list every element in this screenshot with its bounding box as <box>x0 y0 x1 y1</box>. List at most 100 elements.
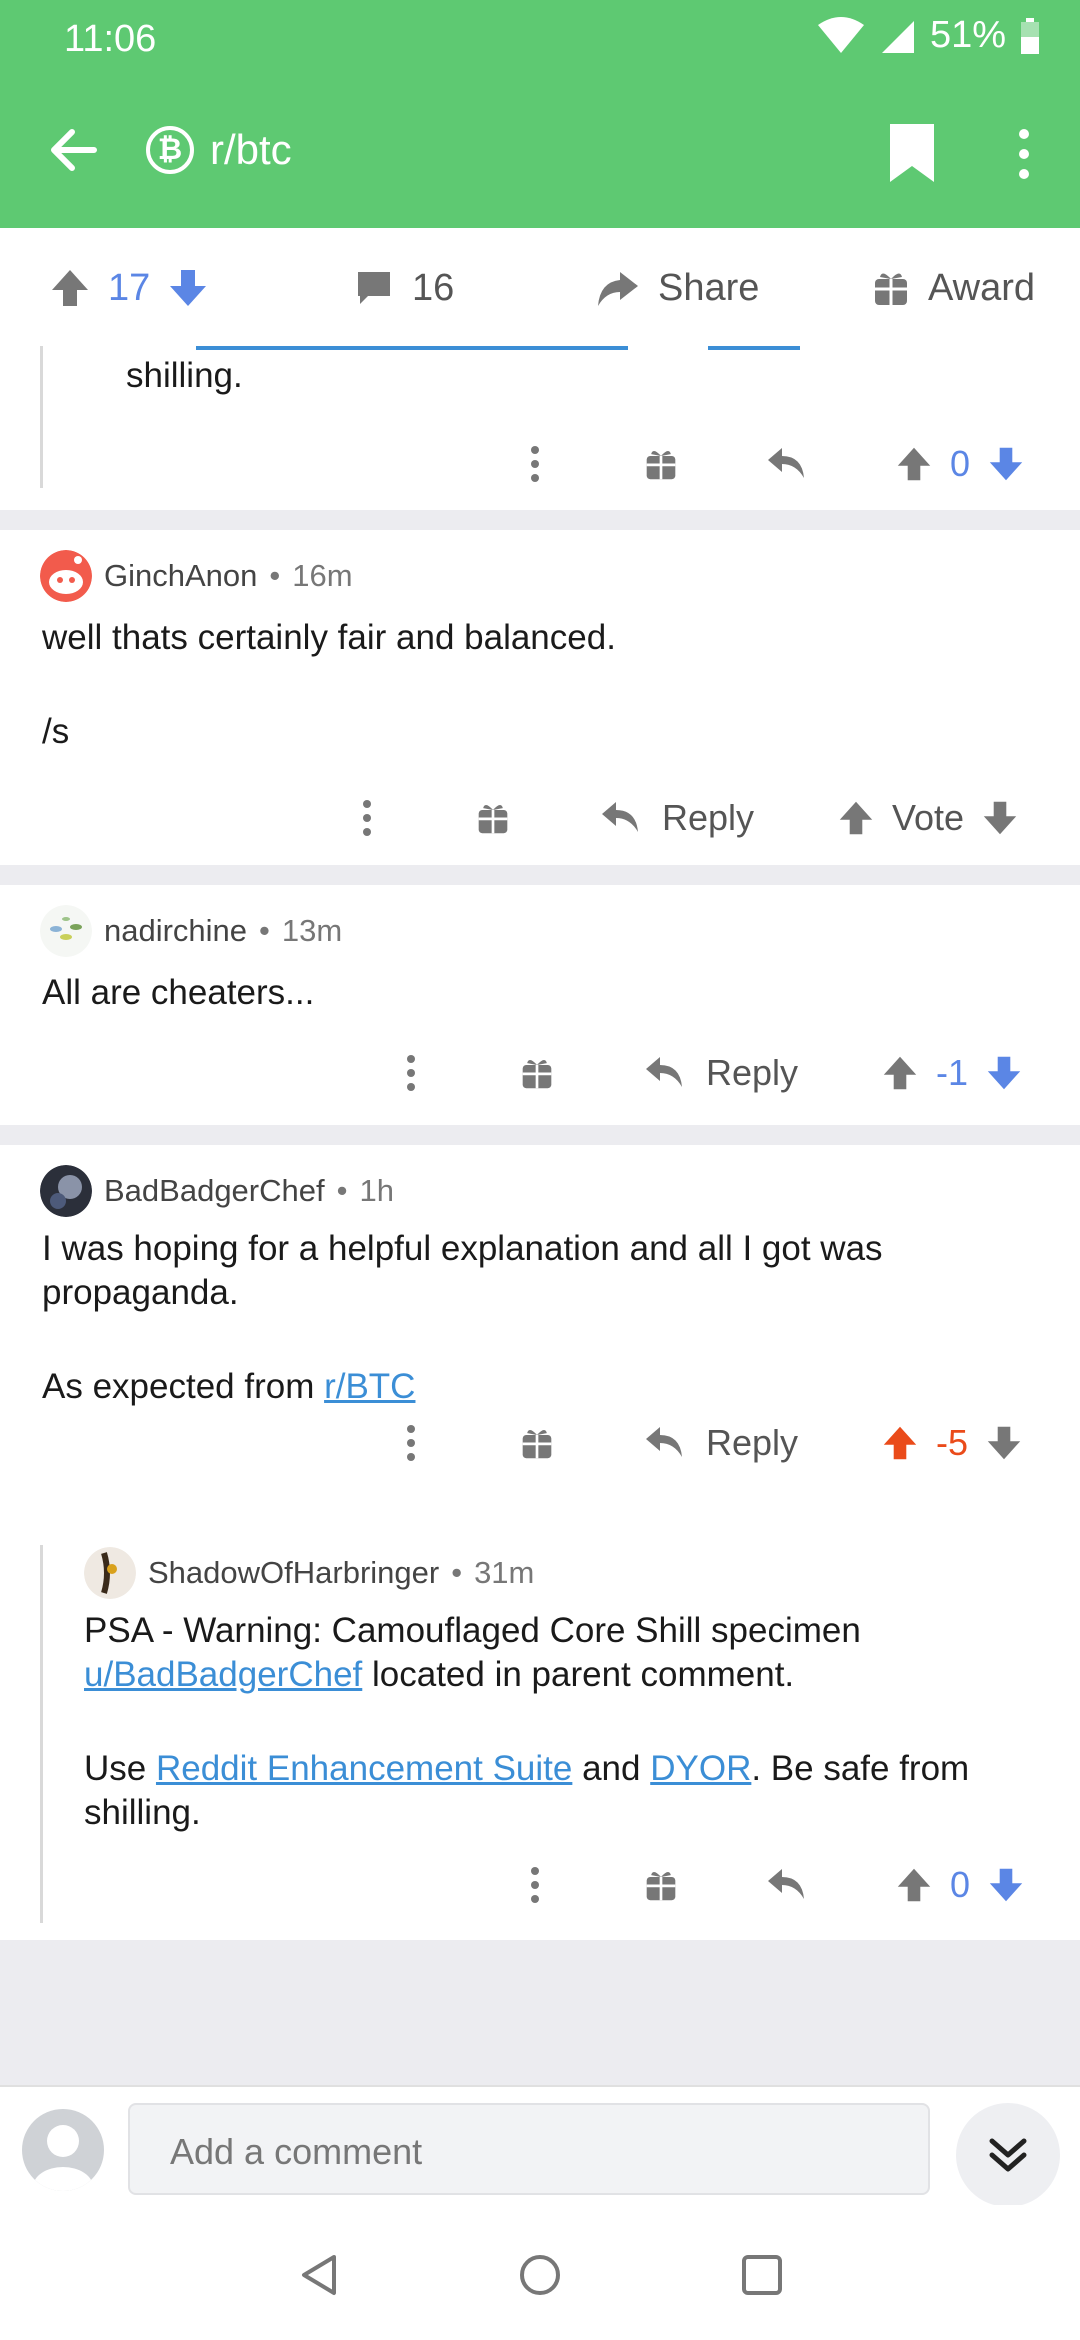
more-options-icon <box>531 446 539 482</box>
downvote-arrow-icon[interactable] <box>168 268 208 308</box>
comment-actions: Reply -1 <box>0 1043 1080 1103</box>
nav-recents-icon[interactable] <box>740 2253 784 2297</box>
nav-back-icon[interactable] <box>298 2253 342 2297</box>
award-button[interactable] <box>644 1855 678 1915</box>
upvote-arrow-icon[interactable] <box>882 1055 918 1091</box>
downvote-arrow-icon[interactable] <box>988 1867 1024 1903</box>
add-comment-input[interactable]: Add a comment <box>128 2103 930 2195</box>
gift-icon <box>522 1059 552 1089</box>
upvote-arrow-icon[interactable] <box>896 1867 932 1903</box>
comment-more-button[interactable] <box>406 1043 416 1103</box>
reply-button[interactable]: Reply <box>600 788 754 848</box>
bookmark-icon[interactable] <box>882 120 942 186</box>
reply-arrow-icon <box>602 802 638 832</box>
status-icons: 51% <box>816 14 1040 57</box>
comment-header: BadBadgerChef • 1h <box>40 1165 394 1217</box>
more-options-icon[interactable] <box>1000 124 1048 184</box>
comment-actions: 0 <box>500 434 1060 494</box>
signal-icon <box>881 20 914 53</box>
reply-arrow-icon <box>646 1057 682 1087</box>
comment-text: As expected from <box>42 1367 325 1406</box>
downvote-arrow-icon[interactable] <box>986 1055 1022 1091</box>
award-button[interactable] <box>520 1043 554 1103</box>
more-options-icon <box>363 800 371 836</box>
comment-score: -1 <box>936 1052 969 1093</box>
nav-home-icon[interactable] <box>518 2253 562 2297</box>
comment-more-button[interactable] <box>362 788 372 848</box>
back-arrow-icon[interactable] <box>44 120 104 180</box>
comment-text: Use <box>84 1749 156 1788</box>
reply-button[interactable]: Reply <box>644 1043 798 1103</box>
gift-icon <box>646 1871 676 1901</box>
user-silhouette-icon <box>33 2125 93 2191</box>
separator-dot: • <box>336 1173 348 1208</box>
thread-line <box>40 346 43 488</box>
comment-header: GinchAnon • 16m <box>40 550 353 602</box>
comment-composer: Add a comment <box>0 2085 1080 2207</box>
jump-to-bottom-button[interactable] <box>956 2103 1060 2207</box>
reply-arrow-icon <box>768 1869 804 1899</box>
reply-label: Reply <box>662 797 755 838</box>
gift-icon <box>522 1429 552 1459</box>
battery-icon <box>1021 17 1039 54</box>
upvote-arrow-icon[interactable] <box>50 268 90 308</box>
downvote-arrow-icon[interactable] <box>986 1425 1022 1461</box>
upvote-arrow-icon[interactable] <box>882 1425 918 1461</box>
upvote-arrow-icon[interactable] <box>838 800 874 836</box>
list-end-spacer <box>0 1940 1080 2085</box>
separator-dot: • <box>269 558 281 593</box>
subreddit-title[interactable]: r/btc <box>210 126 292 174</box>
avatar[interactable] <box>84 1547 136 1599</box>
comment-actions: 0 <box>500 1855 1060 1915</box>
gift-icon <box>875 273 907 305</box>
thread-line <box>40 1545 43 1923</box>
reply-label: Reply <box>706 1422 799 1463</box>
comment-body: All are cheaters... <box>42 971 1042 1015</box>
comment-item: BadBadgerChef • 1h I was hoping for a he… <box>0 1145 1080 1940</box>
reply-button[interactable] <box>766 1855 806 1915</box>
comment-header: ShadowOfHarbringer • 31m <box>84 1547 534 1599</box>
avatar[interactable] <box>40 905 92 957</box>
comment-actions: Reply Vote <box>0 788 1080 848</box>
comment-body: PSA - Warning: Camouflaged Core Shill sp… <box>84 1609 984 1835</box>
subreddit-link[interactable]: r/BTC <box>324 1367 415 1406</box>
user-link[interactable]: u/BadBadgerChef <box>84 1655 362 1694</box>
snoo-avatar-icon <box>40 550 92 602</box>
more-options-icon <box>531 1867 539 1903</box>
res-link[interactable]: Reddit Enhancement Suite <box>156 1749 572 1788</box>
award-button[interactable] <box>520 1413 554 1473</box>
comment-more-button[interactable] <box>406 1413 416 1473</box>
pattern-avatar-icon <box>40 905 92 957</box>
gift-icon <box>646 450 676 480</box>
reply-button[interactable] <box>766 434 806 494</box>
comment-author[interactable]: nadirchine <box>104 913 247 949</box>
comment-age: 13m <box>281 913 343 948</box>
dyor-link[interactable]: DYOR <box>650 1749 751 1788</box>
avatar[interactable] <box>40 550 92 602</box>
comments-count-button[interactable]: 16 <box>354 258 454 318</box>
comment-author[interactable]: BadBadgerChef <box>104 1173 325 1209</box>
comment-body: shilling. <box>126 356 243 395</box>
award-button[interactable] <box>476 788 510 848</box>
avatar[interactable] <box>40 1165 92 1217</box>
comment-header: nadirchine • 13m <box>40 905 342 957</box>
comment-more-button[interactable] <box>530 434 540 494</box>
award-button[interactable]: Award <box>872 258 1035 318</box>
reply-button[interactable]: Reply <box>644 1413 798 1473</box>
comment-age: 31m <box>474 1555 535 1590</box>
upvote-arrow-icon[interactable] <box>896 446 932 482</box>
comment-more-button[interactable] <box>530 1855 540 1915</box>
user-avatar[interactable] <box>22 2109 104 2191</box>
comment-paragraph: /s <box>42 712 70 751</box>
comment-body: well thats certainly fair and balanced. … <box>42 616 1042 754</box>
vote-group: 0 <box>896 434 1024 494</box>
award-button[interactable] <box>644 434 678 494</box>
status-time: 11:06 <box>64 18 157 60</box>
vote-group: Vote <box>838 788 1018 848</box>
downvote-arrow-icon[interactable] <box>988 446 1024 482</box>
comment-author[interactable]: GinchAnon <box>104 558 257 594</box>
share-button[interactable]: Share <box>596 258 759 318</box>
downvote-arrow-icon[interactable] <box>982 800 1018 836</box>
comment-author[interactable]: ShadowOfHarbringer <box>148 1555 439 1591</box>
comment-paragraph: Use Reddit Enhancement Suite and DYOR. B… <box>84 1747 984 1835</box>
